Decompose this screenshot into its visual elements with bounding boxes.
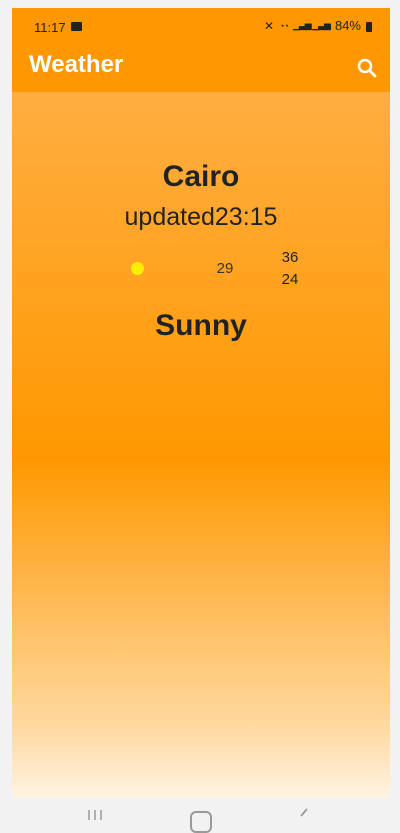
max-temperature: 36	[281, 249, 299, 266]
mute-icon: ✕	[264, 18, 275, 33]
battery-level: 84%	[334, 18, 361, 33]
gallery-icon	[71, 22, 82, 31]
status-icons: ✕ ◔◔ ▁▃▅ ▁▃▅ 84%	[264, 18, 372, 33]
search-button[interactable]	[354, 55, 380, 81]
app-title: Weather	[29, 51, 124, 78]
wifi-icon: ◔◔	[279, 20, 289, 31]
updated-time: updated23:15	[124, 203, 278, 231]
signal-icon: ▁▃▅ ▁▃▅	[292, 20, 331, 30]
app-bar: Weather	[12, 46, 390, 92]
navigation-bar	[0, 798, 400, 833]
city-name: Cairo	[162, 160, 240, 193]
weather-content: Cairo updated23:15 29 36 24 Sunny	[12, 92, 390, 798]
app-window: 11:17 ✕ ◔◔ ▁▃▅ ▁▃▅ 84% Weather Cairo upd…	[12, 8, 390, 798]
recent-apps-icon[interactable]	[85, 810, 105, 820]
min-temperature: 24	[281, 271, 299, 288]
sun-icon	[131, 262, 144, 275]
battery-icon	[366, 21, 372, 32]
back-icon[interactable]	[295, 808, 315, 820]
weather-condition: Sunny	[155, 309, 247, 342]
home-icon[interactable]	[190, 811, 212, 833]
status-bar: 11:17 ✕ ◔◔ ▁▃▅ ▁▃▅ 84%	[12, 8, 390, 46]
status-time: 11:17	[34, 20, 66, 35]
search-icon	[357, 58, 377, 78]
current-temperature: 29	[216, 260, 234, 277]
